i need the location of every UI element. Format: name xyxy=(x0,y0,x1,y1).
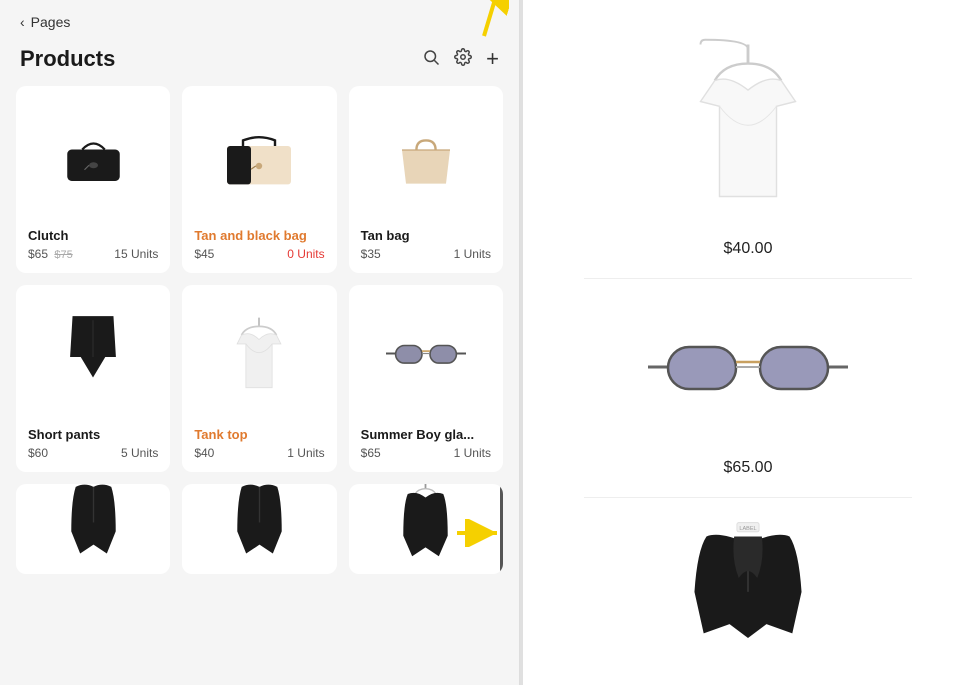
product-price-clutch: $65 $75 xyxy=(28,247,73,261)
products-header: Products + xyxy=(0,38,519,86)
back-chevron-icon: ‹ xyxy=(20,14,25,30)
product-meta-tank: $40 1 Units xyxy=(194,446,324,460)
header-actions: + xyxy=(422,46,499,72)
detail-item-robe: LABEL xyxy=(543,518,953,638)
product-card-tan-black-bag[interactable]: Tan and black bag $45 0 Units xyxy=(182,86,336,273)
svg-text:LABEL: LABEL xyxy=(739,526,756,532)
product-price-tan-black: $45 xyxy=(194,247,214,261)
detail-image-tank xyxy=(543,30,953,230)
product-name-tank: Tank top xyxy=(194,427,324,442)
right-panel: $40.00 $65.00 LABEL xyxy=(520,0,973,685)
product-meta-tan-black: $45 0 Units xyxy=(194,247,324,261)
right-edge-bar xyxy=(500,484,503,574)
product-row-1: Clutch $65 $75 15 Units xyxy=(16,86,503,273)
products-grid: Clutch $65 $75 15 Units xyxy=(0,86,519,685)
product-image-tank xyxy=(194,297,324,417)
add-icon[interactable]: + xyxy=(486,46,499,72)
product-units-tan-black: 0 Units xyxy=(287,247,324,261)
product-meta-sunglasses: $65 1 Units xyxy=(361,446,491,460)
product-image-clutch xyxy=(28,98,158,218)
detail-item-sunglasses: $65.00 xyxy=(543,299,953,477)
product-meta-tan-bag: $35 1 Units xyxy=(361,247,491,261)
product-card-clutch[interactable]: Clutch $65 $75 15 Units xyxy=(16,86,170,273)
detail-image-robe: LABEL xyxy=(543,518,953,638)
product-price-sunglasses: $65 xyxy=(361,446,381,460)
product-image-tan-bag xyxy=(361,98,491,218)
product-units-sunglasses: 1 Units xyxy=(454,446,491,460)
detail-divider-1 xyxy=(584,278,912,279)
settings-icon[interactable] xyxy=(454,48,472,71)
product-units-pants: 5 Units xyxy=(121,446,158,460)
product-card-tan-bag[interactable]: Tan bag $35 1 Units xyxy=(349,86,503,273)
product-units-tan-bag: 1 Units xyxy=(454,247,491,261)
product-card-tank-top[interactable]: Tank top $40 1 Units xyxy=(182,285,336,472)
back-label: Pages xyxy=(31,14,71,30)
product-row-3 xyxy=(16,484,503,574)
product-units-tank: 1 Units xyxy=(287,446,324,460)
detail-price-sunglasses: $65.00 xyxy=(724,459,773,477)
search-icon[interactable] xyxy=(422,48,440,71)
product-units-clutch: 15 Units xyxy=(114,247,158,261)
page-title: Products xyxy=(20,46,115,72)
product-card-robe1[interactable] xyxy=(16,484,170,574)
product-image-tan-black xyxy=(194,98,324,218)
product-price-pants: $60 xyxy=(28,446,48,460)
product-card-short-pants[interactable]: Short pants $60 5 Units xyxy=(16,285,170,472)
detail-price-tank: $40.00 xyxy=(724,240,773,258)
product-original-price: $75 xyxy=(54,249,72,261)
product-name-tan-black: Tan and black bag xyxy=(194,228,324,243)
product-meta-clutch: $65 $75 15 Units xyxy=(28,247,158,261)
product-card-robe3[interactable] xyxy=(349,484,503,574)
arrow-annotation-right xyxy=(453,519,503,552)
product-card-sunglasses[interactable]: Summer Boy gla... $65 1 Units xyxy=(349,285,503,472)
product-price-tank: $40 xyxy=(194,446,214,460)
product-image-sunglasses xyxy=(361,297,491,417)
product-name-tan-bag: Tan bag xyxy=(361,228,491,243)
detail-image-sunglasses xyxy=(543,299,953,449)
detail-divider-2 xyxy=(584,497,912,498)
product-meta-pants: $60 5 Units xyxy=(28,446,158,460)
product-card-robe2[interactable] xyxy=(182,484,336,574)
product-name-clutch: Clutch xyxy=(28,228,158,243)
product-image-pants xyxy=(28,297,158,417)
detail-item-tank: $40.00 xyxy=(543,30,953,258)
back-nav[interactable]: ‹ Pages xyxy=(0,0,519,38)
product-price-tan-bag: $35 xyxy=(361,247,381,261)
product-name-pants: Short pants xyxy=(28,427,158,442)
left-panel: ‹ Pages Products + xyxy=(0,0,520,685)
product-row-2: Short pants $60 5 Units xyxy=(16,285,503,472)
product-name-sunglasses: Summer Boy gla... xyxy=(361,427,491,442)
